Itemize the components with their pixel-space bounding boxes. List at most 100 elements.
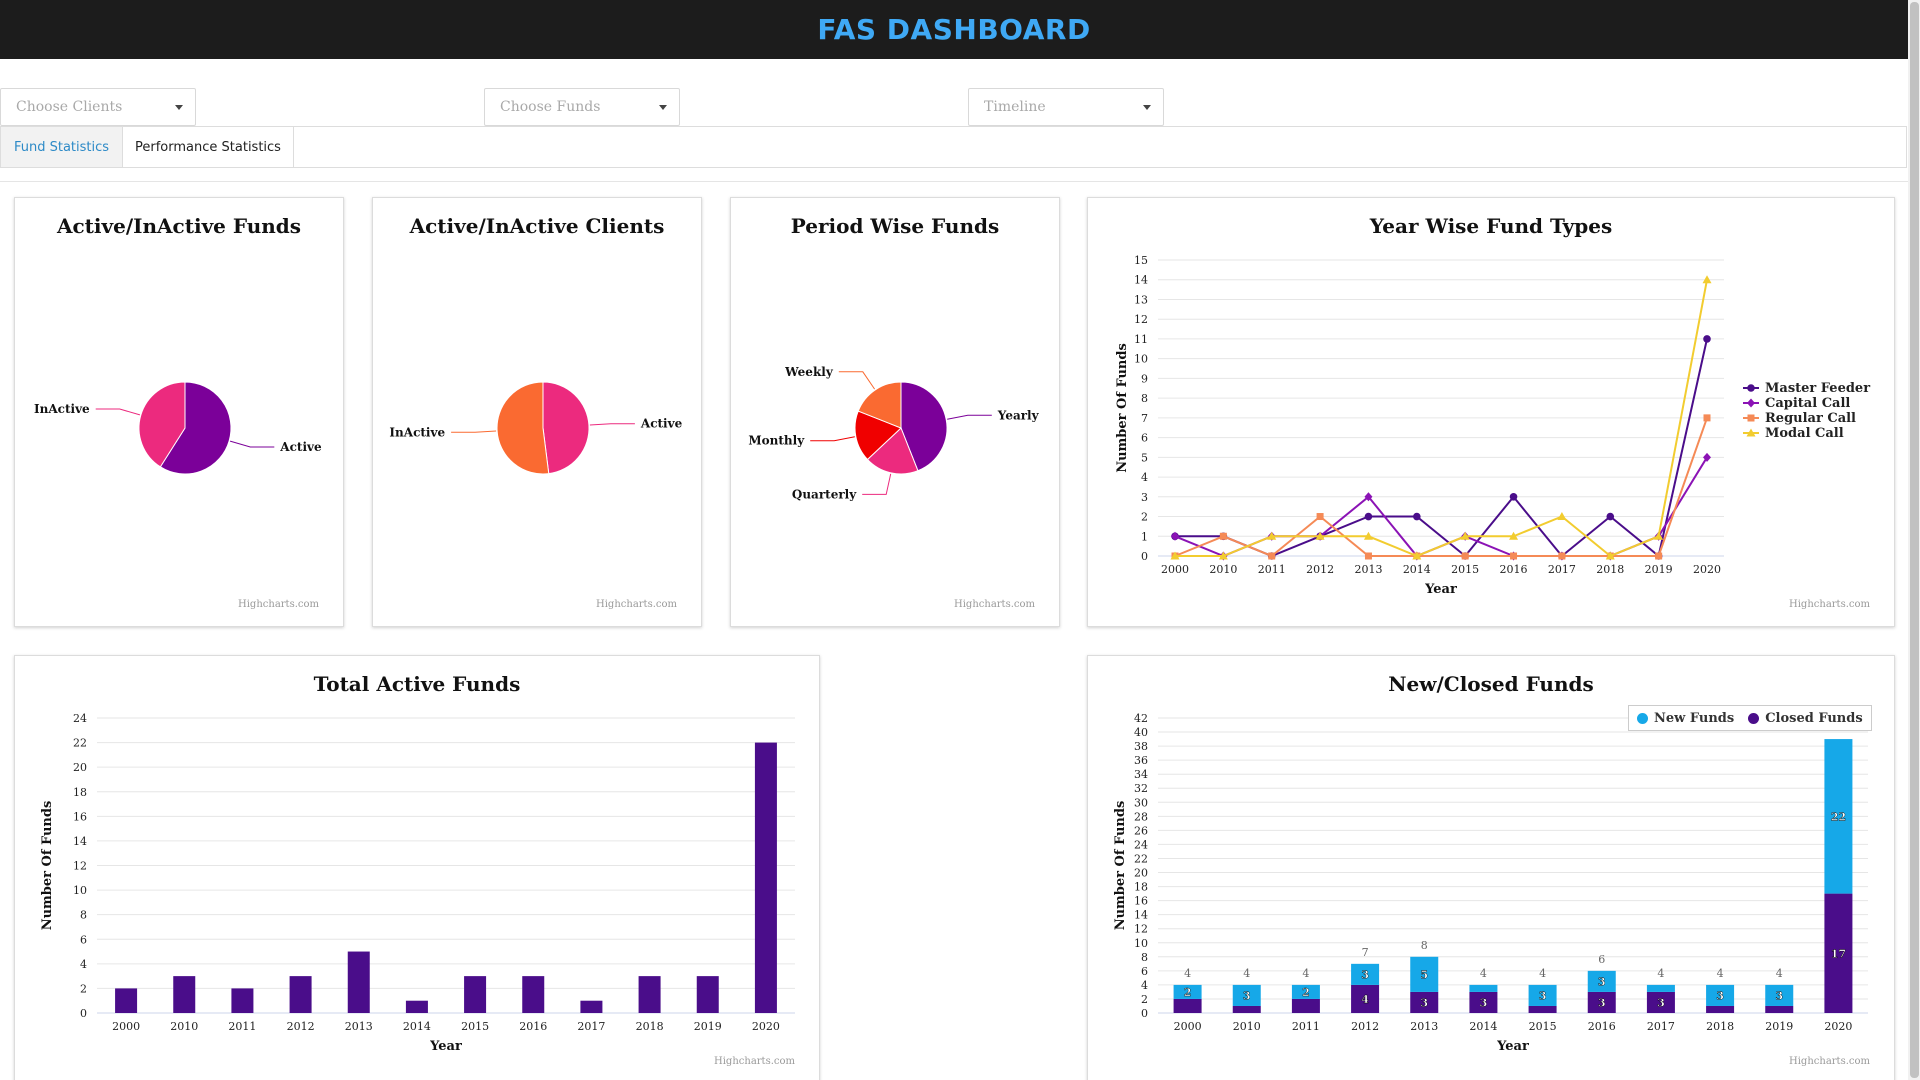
y-tick-label: 30 bbox=[1134, 796, 1148, 809]
x-tick-label: 2017 bbox=[1647, 1020, 1675, 1033]
y-tick-label: 6 bbox=[80, 933, 87, 946]
chart-title: Total Active Funds bbox=[313, 672, 521, 696]
stack-total-label: 4 bbox=[1184, 967, 1191, 980]
total-active-funds-chart: 024681012141618202224Number Of FundsYear… bbox=[40, 712, 795, 1054]
data-label-new: 3 bbox=[1716, 989, 1724, 1002]
tab-performance-statistics[interactable]: Performance Statistics bbox=[123, 127, 294, 167]
y-tick-label: 12 bbox=[1134, 313, 1148, 326]
scrollbar-thumb[interactable] bbox=[1910, 2, 1919, 1078]
pie-label-yearly: Yearly bbox=[997, 408, 1040, 422]
bar-2014 bbox=[405, 1000, 428, 1013]
stack-total-label: 4 bbox=[1776, 967, 1783, 980]
data-point-master-feeder bbox=[1364, 512, 1373, 521]
y-tick-label: 5 bbox=[1141, 451, 1148, 464]
pie-connector-weekly bbox=[838, 371, 876, 390]
pie-slice-active bbox=[542, 381, 590, 475]
legend-item-closed-funds[interactable]: Closed Funds bbox=[1748, 711, 1863, 726]
period-wise-funds-chart: Yearly Quarterly Monthly Weekly bbox=[748, 365, 1040, 502]
legend-label-new-funds: New Funds bbox=[1654, 710, 1735, 726]
data-label-closed: 3 bbox=[1657, 996, 1665, 1009]
chart-title: Active/InActive Clients bbox=[409, 214, 665, 238]
x-tick-label: 2012 bbox=[1306, 563, 1334, 576]
pie-connector-monthly bbox=[810, 436, 855, 442]
legend-label-master-feeder: Master Feeder bbox=[1765, 381, 1870, 396]
y-tick-label: 4 bbox=[1141, 471, 1148, 484]
x-tick-label: 2018 bbox=[1596, 563, 1624, 576]
y-tick-label: 9 bbox=[1141, 372, 1148, 385]
y-tick-label: 26 bbox=[1134, 824, 1148, 837]
bar-2011 bbox=[231, 988, 254, 1013]
card-period-wise-funds: Yearly Quarterly Monthly Weekly Period Wise… bbox=[730, 197, 1060, 627]
y-tick-label: 10 bbox=[1134, 353, 1148, 366]
x-tick-label: 2020 bbox=[1824, 1020, 1852, 1033]
x-tick-label: 2015 bbox=[1451, 563, 1479, 576]
caret-down-icon bbox=[1143, 105, 1151, 110]
x-tick-label: 2011 bbox=[1258, 563, 1286, 576]
legend-label-capital-call: Capital Call bbox=[1765, 396, 1850, 411]
data-label-new: 22 bbox=[1831, 810, 1846, 823]
dashboard-page: FAS DASHBOARD Choose Clients Choose Fund… bbox=[0, 0, 1920, 1080]
data-point-regular-call bbox=[1703, 414, 1711, 422]
x-tick-label: 2013 bbox=[345, 1020, 373, 1033]
y-tick-label: 20 bbox=[73, 761, 87, 774]
data-label-new: 2 bbox=[1302, 986, 1310, 999]
stack-total-label: 4 bbox=[1243, 967, 1250, 980]
x-tick-label: 2010 bbox=[1233, 1020, 1261, 1033]
choose-funds-select[interactable]: Choose Funds bbox=[484, 88, 680, 126]
y-tick-label: 12 bbox=[73, 860, 87, 873]
bar-2017 bbox=[580, 1000, 603, 1013]
y-tick-label: 12 bbox=[1134, 923, 1148, 936]
x-tick-label: 2014 bbox=[1403, 563, 1431, 576]
x-tick-label: 2000 bbox=[1161, 563, 1189, 576]
data-label-closed: 17 bbox=[1831, 947, 1846, 960]
x-tick-label: 2015 bbox=[1529, 1020, 1557, 1033]
timeline-select[interactable]: Timeline bbox=[968, 88, 1164, 126]
bar-2012 bbox=[289, 976, 312, 1013]
choose-clients-select[interactable]: Choose Clients bbox=[0, 88, 196, 126]
y-tick-label: 32 bbox=[1134, 782, 1148, 795]
pie-connector-active bbox=[589, 423, 635, 426]
y-tick-label: 22 bbox=[1134, 852, 1148, 865]
y-axis-title: Number Of Funds bbox=[1113, 801, 1128, 931]
highcharts-credit[interactable]: Highcharts.com bbox=[1789, 599, 1870, 610]
card-year-wise-fund-types: 0 1 2 3 4 5 6 7 8 9 10 11 12 13 14 15 Number Of Funds Yea… bbox=[1087, 197, 1895, 627]
legend-item-new-funds[interactable]: New Funds bbox=[1637, 711, 1734, 726]
bar-2019 bbox=[696, 976, 719, 1013]
x-tick-label: 2018 bbox=[636, 1020, 664, 1033]
pie-slice-inactive bbox=[496, 381, 550, 475]
pie-label-inactive: InActive bbox=[389, 425, 445, 439]
y-tick-label: 36 bbox=[1134, 754, 1148, 767]
stack-total-label: 7 bbox=[1362, 946, 1369, 959]
highcharts-credit[interactable]: Highcharts.com bbox=[238, 599, 319, 610]
y-tick-label: 4 bbox=[80, 958, 87, 971]
timeline-placeholder: Timeline bbox=[984, 99, 1046, 115]
y-tick-label: 0 bbox=[1141, 550, 1148, 563]
y-tick-label: 13 bbox=[1134, 293, 1148, 306]
caret-down-icon bbox=[659, 105, 667, 110]
data-point-regular-call bbox=[1558, 552, 1566, 560]
y-tick-label: 8 bbox=[1141, 951, 1148, 964]
highcharts-credit[interactable]: Highcharts.com bbox=[954, 599, 1035, 610]
x-tick-label: 2010 bbox=[1209, 563, 1237, 576]
y-tick-label: 10 bbox=[73, 884, 87, 897]
highcharts-credit[interactable]: Highcharts.com bbox=[714, 1056, 795, 1067]
pie-connector-quarterly bbox=[862, 473, 892, 495]
chart-title: Period Wise Funds bbox=[790, 214, 1000, 238]
x-tick-label: 2013 bbox=[1410, 1020, 1438, 1033]
pie-label-monthly: Monthly bbox=[748, 434, 805, 448]
highcharts-credit[interactable]: Highcharts.com bbox=[1789, 1056, 1870, 1067]
caret-down-icon bbox=[175, 105, 183, 110]
y-tick-label: 16 bbox=[73, 810, 87, 823]
bar-2016 bbox=[522, 976, 545, 1013]
tab-fund-statistics[interactable]: Fund Statistics bbox=[1, 127, 123, 167]
highcharts-credit[interactable]: Highcharts.com bbox=[596, 599, 677, 610]
pie-label-weekly: Weekly bbox=[784, 365, 834, 379]
active-inactive-clients-chart: Active InActive bbox=[389, 381, 683, 475]
y-tick-label: 3 bbox=[1141, 491, 1148, 504]
stack-total-label: 4 bbox=[1480, 967, 1487, 980]
content-divider bbox=[0, 181, 1908, 182]
bar-new-2017 bbox=[1646, 984, 1675, 992]
data-point-capital-call bbox=[1171, 531, 1179, 541]
y-tick-label: 6 bbox=[1141, 432, 1148, 445]
y-tick-label: 38 bbox=[1134, 740, 1148, 753]
